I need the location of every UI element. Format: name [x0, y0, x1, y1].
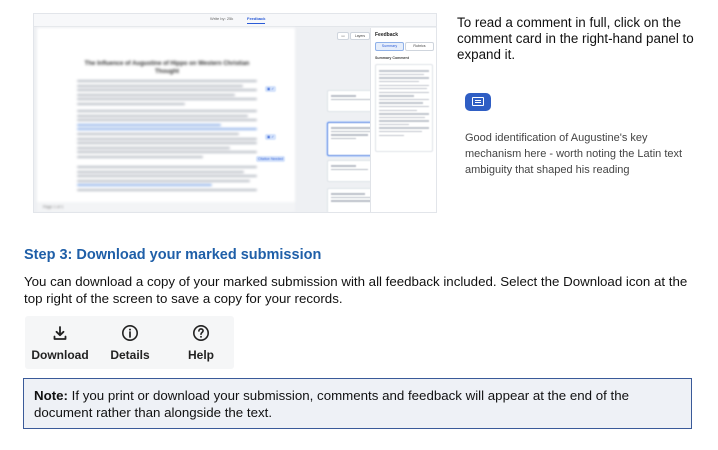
download-label: Download: [31, 348, 89, 362]
screenshot-summary-heading: Summary Comment: [375, 56, 409, 60]
screenshot-feedback-title: Feedback: [375, 32, 399, 38]
screenshot-document: The Influence of Augustine of Hippo on W…: [37, 28, 295, 212]
screenshot-marker: Citation Needed: [256, 156, 286, 162]
intro-text: To read a comment in full, click on the …: [457, 15, 694, 62]
feedback-screenshot: Write by: 25k Feedback The Influence of …: [33, 13, 437, 213]
screenshot-tab-feedback: Feedback: [247, 16, 266, 24]
help-icon: [193, 325, 209, 341]
download-button[interactable]: Download: [27, 316, 93, 369]
screenshot-layers-button: Layers: [350, 32, 370, 40]
screenshot-document-title: The Influence of Augustine of Hippo on W…: [84, 61, 250, 75]
screenshot-paragraph: [77, 80, 257, 108]
step-body: You can download a copy of your marked s…: [24, 274, 688, 306]
details-button[interactable]: Details: [97, 316, 163, 369]
screenshot-paragraph: [77, 110, 257, 161]
screenshot-rubrics-button: Rubrics: [405, 42, 434, 51]
download-toolbar: Download Details Help: [25, 316, 234, 369]
screenshot-summary-button: Summary: [375, 42, 404, 51]
screenshot-summary-box: [375, 64, 433, 152]
help-button[interactable]: Help: [168, 316, 234, 369]
note-text: If you print or download your submission…: [34, 388, 629, 420]
download-icon: [53, 326, 67, 340]
comment-icon: [465, 93, 491, 111]
screenshot-paragraph: [77, 166, 257, 194]
note-label: Note:: [34, 388, 68, 403]
info-icon: [122, 325, 138, 341]
note-paragraph: Note: If you print or download your subm…: [34, 388, 681, 421]
screenshot-topbar: Write by: 25k Feedback: [34, 14, 436, 27]
screenshot-tab-write: Write by: 25k: [210, 16, 234, 21]
screenshot-feedback-panel: Feedback Summary Rubrics Summary Comment: [370, 28, 436, 212]
screenshot-mini-button: ▭: [337, 32, 349, 40]
screenshot-marker: ▣ ✓: [265, 134, 277, 140]
note-box: Note: If you print or download your subm…: [23, 378, 692, 429]
example-comment-text: Good identification of Augustine's key m…: [465, 132, 683, 176]
screenshot-marker: ▣ ✓: [265, 86, 277, 92]
screenshot-footer: Page 1 of 1: [37, 202, 295, 212]
details-label: Details: [110, 348, 150, 362]
help-label: Help: [187, 348, 214, 362]
step-heading: Step 3: Download your marked submission: [24, 247, 322, 263]
